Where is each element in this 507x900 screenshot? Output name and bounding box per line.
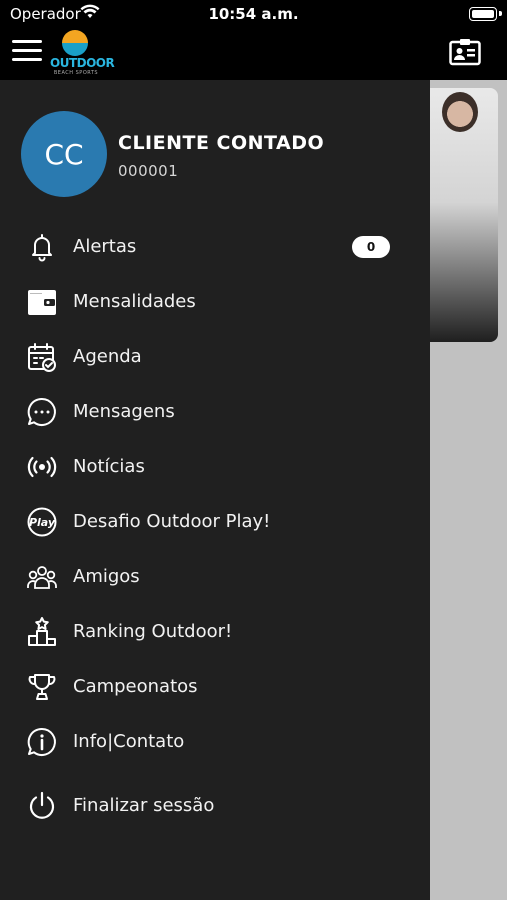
menu-item-desafio-outdoor-play[interactable]: Play Desafio Outdoor Play! — [0, 498, 430, 546]
info-icon — [26, 726, 58, 758]
menu-item-finalizar-sessao[interactable]: Finalizar sessão — [0, 782, 430, 830]
trophy-icon — [26, 671, 58, 703]
battery-icon — [469, 7, 497, 21]
menu-item-label: Amigos — [73, 566, 140, 587]
battery-tip — [499, 11, 502, 16]
navigation-drawer: CC CLIENTE CONTADO 000001 Alertas 0 Mens… — [0, 80, 430, 900]
app-bar: OUTDOOR BEACH SPORTS — [0, 28, 507, 80]
calendar-check-icon — [26, 341, 58, 373]
background-content — [430, 80, 507, 900]
bell-icon — [26, 231, 58, 263]
clock: 10:54 a.m. — [208, 5, 299, 23]
menu-item-label: Mensagens — [73, 401, 175, 422]
play-badge-icon: Play — [26, 506, 58, 538]
menu-item-agenda[interactable]: Agenda — [0, 333, 430, 381]
menu-item-label: Notícias — [73, 456, 145, 477]
background-card — [430, 88, 498, 342]
menu-item-mensagens[interactable]: Mensagens — [0, 388, 430, 436]
menu-item-campeonatos[interactable]: Campeonatos — [0, 663, 430, 711]
svg-text:Play: Play — [29, 516, 56, 529]
menu-item-label: Campeonatos — [73, 676, 198, 697]
menu-item-label: Info|Contato — [73, 731, 185, 752]
broadcast-icon — [26, 451, 58, 483]
background-photo — [442, 92, 478, 132]
chat-bubble-icon — [26, 396, 58, 428]
logo-text: OUTDOOR — [50, 56, 115, 70]
menu-item-noticias[interactable]: Notícias — [0, 443, 430, 491]
sun-logo-icon — [62, 30, 88, 56]
menu-item-mensalidades[interactable]: Mensalidades — [0, 278, 430, 326]
menu-item-label: Mensalidades — [73, 291, 196, 312]
logo-subtitle: BEACH SPORTS — [53, 70, 99, 76]
menu-hamburger-icon[interactable] — [12, 40, 42, 62]
power-icon — [26, 790, 58, 822]
alert-count-badge: 0 — [352, 236, 390, 258]
id-card-icon[interactable] — [449, 38, 481, 66]
menu-item-label: Alertas — [73, 236, 137, 257]
status-bar: Operador 10:54 a.m. — [0, 0, 507, 28]
avatar[interactable]: CC — [21, 111, 107, 197]
menu-item-label: Desafio Outdoor Play! — [73, 511, 271, 532]
people-icon — [26, 561, 58, 593]
profile-name: CLIENTE CONTADO — [118, 132, 325, 154]
menu-item-alertas[interactable]: Alertas 0 — [0, 223, 430, 271]
outdoor-logo: OUTDOOR BEACH SPORTS — [50, 28, 115, 78]
menu-item-amigos[interactable]: Amigos — [0, 553, 430, 601]
menu-item-label: Ranking Outdoor! — [73, 621, 233, 642]
menu-item-label: Finalizar sessão — [73, 795, 215, 816]
menu-item-info-contato[interactable]: Info|Contato — [0, 718, 430, 766]
menu-item-ranking-outdoor[interactable]: Ranking Outdoor! — [0, 608, 430, 656]
profile-id: 000001 — [118, 162, 179, 180]
podium-icon — [26, 616, 58, 648]
wallet-icon — [26, 286, 58, 318]
menu-item-label: Agenda — [73, 346, 142, 367]
